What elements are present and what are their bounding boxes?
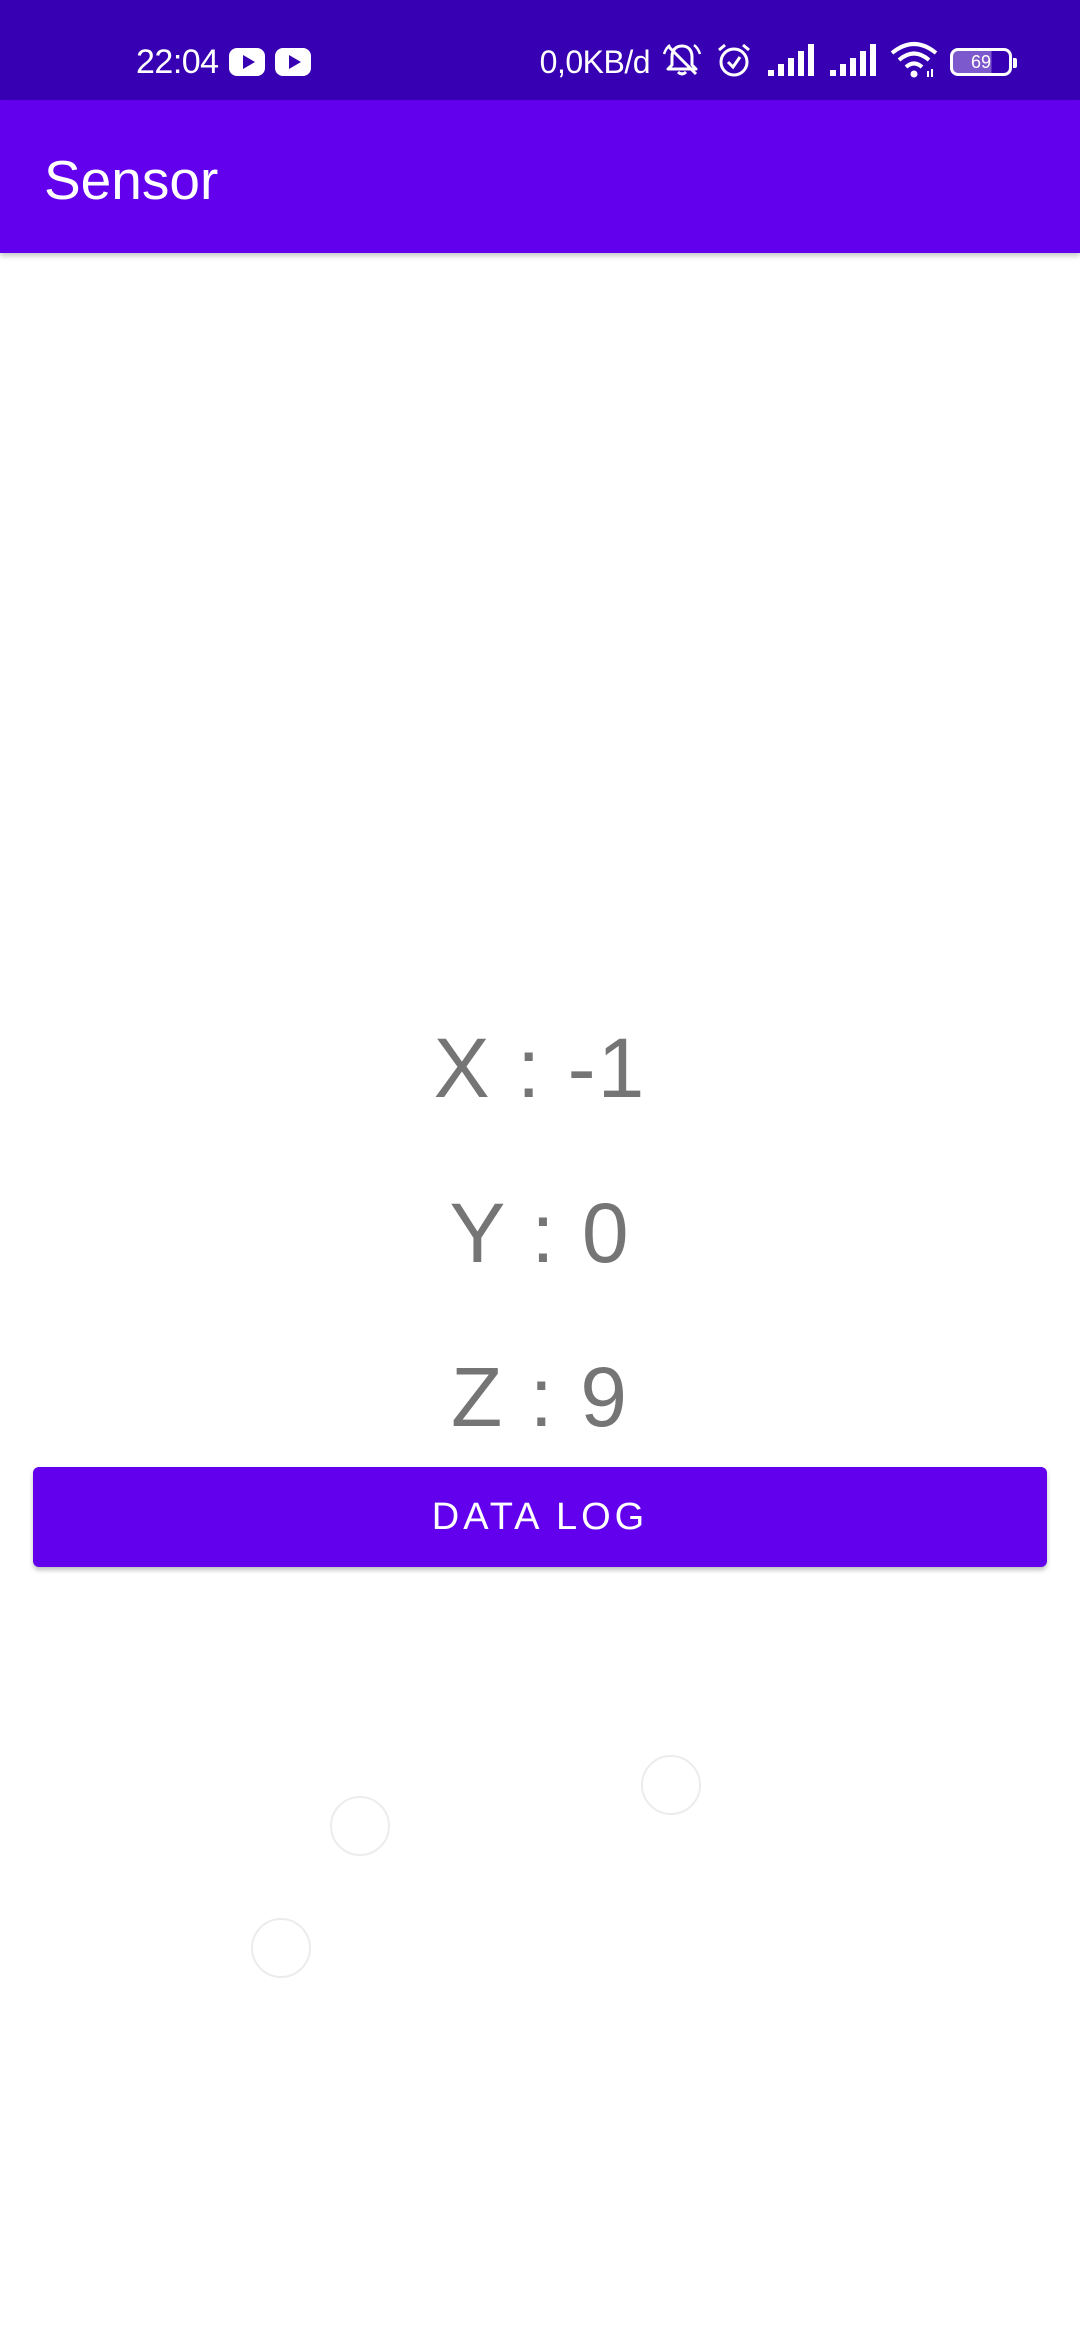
x-axis-reading: X : -1 [433,1021,647,1115]
z-axis-reading: Z : 9 [450,1350,630,1444]
signal-icon [828,42,878,83]
battery-icon: 69 [950,48,1017,76]
touch-indicator [641,1755,701,1815]
status-bar: 22:04 0,0KB/d 69 [0,0,1080,100]
youtube-icon [228,48,265,76]
status-time: 22:04 [136,42,219,81]
touch-indicator [330,1796,390,1856]
y-axis-reading: Y : 0 [449,1186,631,1280]
status-bar-right: 0,0KB/d 69 [539,38,1017,86]
signal-icon [766,42,816,83]
alarm-icon [714,40,754,85]
wifi-icon [890,41,938,84]
app-title: Sensor [44,149,219,211]
status-bar-left: 22:04 [136,38,311,86]
network-speed: 0,0KB/d [539,43,651,80]
touch-indicator [251,1918,311,1978]
youtube-icon [274,48,311,76]
data-log-button[interactable]: DATA LOG [33,1467,1047,1567]
bell-muted-icon [662,40,702,85]
app-bar: Sensor [0,100,1080,253]
